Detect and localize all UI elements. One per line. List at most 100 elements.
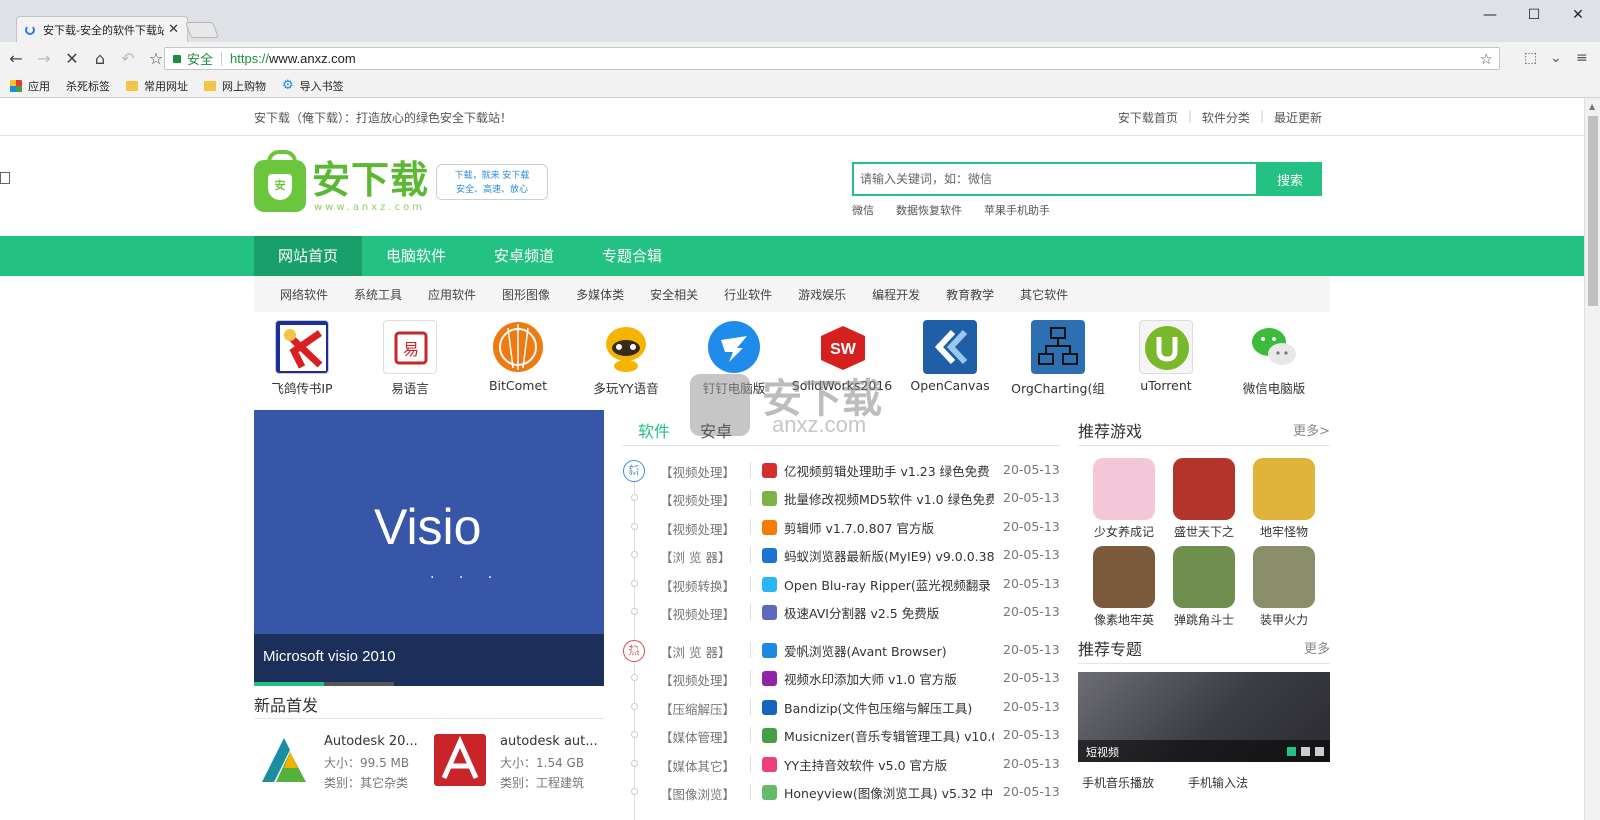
software-row[interactable]: 【视频处理】 批量修改视频MD5软件 v1.0 绿色免费 20-05-13 — [622, 484, 1062, 512]
subnav-item[interactable]: 多媒体类 — [576, 286, 624, 303]
software-row[interactable]: 【压缩解压】 Bandizip(文件包压缩与解压工具) 20-05-13 — [622, 693, 1062, 721]
minimize-button[interactable]: — — [1468, 4, 1512, 26]
browser-tab[interactable]: 安下载-安全的软件下载站 ✕ — [16, 16, 188, 42]
nav-pc-software[interactable]: 电脑软件 — [362, 236, 470, 276]
subnav-item[interactable]: 网络软件 — [280, 286, 328, 303]
tab-close-icon[interactable]: ✕ — [168, 22, 179, 37]
scroll-up-icon[interactable]: ▲ — [1589, 102, 1595, 111]
hotword-link[interactable]: 微信 — [852, 202, 874, 218]
featured-app[interactable]: OrgCharting(组 — [1004, 320, 1112, 397]
tab-software[interactable]: 软件 — [638, 418, 670, 442]
game-item[interactable]: 盛世天下之 — [1164, 458, 1244, 540]
address-bar[interactable]: 安全 https:// www.anxz.com ☆ — [164, 47, 1500, 70]
topic-pager-dot[interactable] — [1315, 747, 1324, 756]
stop-button[interactable]: ✕ — [60, 49, 84, 68]
new-tab-button[interactable] — [185, 22, 219, 38]
row-title[interactable]: Honeyview(图像浏览工具) v5.32 中 — [784, 783, 994, 802]
subnav-item[interactable]: 行业软件 — [724, 286, 772, 303]
game-item[interactable]: 弹跳角斗士 — [1164, 546, 1244, 628]
featured-app[interactable]: 多玩YY语音 — [572, 320, 680, 397]
star-icon[interactable]: ☆ — [1480, 50, 1493, 68]
banner-progress-active[interactable] — [254, 682, 324, 686]
row-category[interactable]: 【视频转换】 — [660, 576, 744, 595]
row-category[interactable]: 【视频处理】 — [660, 670, 744, 689]
game-item[interactable]: 地牢怪物 — [1244, 458, 1324, 540]
close-window-button[interactable]: ✕ — [1556, 4, 1600, 26]
games-more-link[interactable]: 更多> — [1293, 420, 1330, 439]
search-button[interactable]: 搜索 — [1258, 162, 1322, 196]
row-category[interactable]: 【图像浏览】 — [660, 784, 744, 803]
new-release-item[interactable]: Autodesk 20... 大小：99.5 MB 类别：其它杂类 — [254, 730, 424, 796]
topic-pager-dot[interactable] — [1301, 747, 1310, 756]
menu-icon[interactable]: ≡ — [1576, 50, 1588, 66]
bookmark-kill-tab[interactable]: 杀死标签 — [0, 78, 110, 184]
crop-extension-icon[interactable]: ⬚ — [1524, 50, 1537, 66]
software-row[interactable]: 【视频转换】 Open Blu-ray Ripper(蓝光视频翻录 20-05-13 — [622, 570, 1062, 598]
software-row[interactable]: 【浏 览 器】 爱帆浏览器(Avant Browser) 20-05-13 — [622, 636, 1062, 664]
row-category[interactable]: 【视频处理】 — [660, 462, 744, 481]
topic-pager-dot[interactable] — [1287, 747, 1296, 756]
software-row[interactable]: 【媒体其它】 YY主持音效软件 v5.0 官方版 20-05-13 — [622, 750, 1062, 778]
row-title[interactable]: 爱帆浏览器(Avant Browser) — [784, 641, 994, 660]
undo-button[interactable]: ↶ — [116, 49, 140, 68]
software-row[interactable]: 【视频处理】 剪辑师 v1.7.0.807 官方版 20-05-13 — [622, 513, 1062, 541]
row-title[interactable]: 蚂蚁浏览器最新版(MyIE9) v9.0.0.381 — [784, 546, 994, 565]
bookmark-shopping[interactable]: 网上购物 — [204, 78, 266, 94]
row-title[interactable]: YY主持音效软件 v5.0 官方版 — [784, 755, 994, 774]
maximize-button[interactable]: ☐ — [1512, 4, 1556, 26]
row-category[interactable]: 【压缩解压】 — [660, 699, 744, 718]
software-row[interactable]: 【图像浏览】 Honeyview(图像浏览工具) v5.32 中 20-05-13 — [622, 778, 1062, 806]
subnav-item[interactable]: 图形图像 — [502, 286, 550, 303]
pocket-extension-icon[interactable]: ⌄ — [1550, 50, 1562, 66]
software-row[interactable]: 【视频处理】 视频水印添加大师 v1.0 官方版 20-05-13 — [622, 664, 1062, 692]
row-title[interactable]: Musicnizer(音乐专辑管理工具) v10.0 — [784, 726, 994, 745]
row-category[interactable]: 【媒体管理】 — [660, 727, 744, 746]
game-item[interactable]: 少女养成记 — [1084, 458, 1164, 540]
scrollbar-thumb[interactable] — [1588, 116, 1598, 306]
top-link-home[interactable]: 安下载首页 — [1118, 109, 1178, 126]
subnav-item[interactable]: 其它软件 — [1020, 286, 1068, 303]
subnav-item[interactable]: 游戏娱乐 — [798, 286, 846, 303]
top-link-updates[interactable]: 最近更新 — [1274, 109, 1322, 126]
row-title[interactable]: 视频水印添加大师 v1.0 官方版 — [784, 669, 994, 688]
subnav-item[interactable]: 编程开发 — [872, 286, 920, 303]
software-row[interactable]: 【视频处理】 极速AVI分割器 v2.5 免费版 20-05-13 — [622, 598, 1062, 626]
row-category[interactable]: 【浏 览 器】 — [660, 547, 744, 566]
topic-banner[interactable]: 短视频 — [1078, 672, 1330, 762]
row-category[interactable]: 【视频处理】 — [660, 519, 744, 538]
featured-app[interactable]: 微信电脑版 — [1220, 320, 1328, 397]
bookmark-import[interactable]: ⚙ 导入书签 — [282, 78, 344, 94]
home-button[interactable]: ⌂ — [88, 49, 112, 68]
topics-more-link[interactable]: 更多 — [1304, 638, 1330, 657]
featured-banner[interactable]: Visio · · · Microsoft visio 2010 — [254, 410, 604, 686]
subnav-item[interactable]: 系统工具 — [354, 286, 402, 303]
search-input[interactable] — [852, 162, 1258, 196]
back-button[interactable]: ← — [4, 49, 28, 68]
nav-android[interactable]: 安卓频道 — [470, 236, 578, 276]
hotword-link[interactable]: 数据恢复软件 — [896, 202, 962, 218]
software-row[interactable]: 【浏 览 器】 蚂蚁浏览器最新版(MyIE9) v9.0.0.381 20-05-1… — [622, 541, 1062, 569]
software-row[interactable]: 【视频处理】 亿视频剪辑处理助手 v1.23 绿色免费 20-05-13 — [622, 456, 1062, 484]
row-category[interactable]: 【浏 览 器】 — [660, 642, 744, 661]
row-title[interactable]: 亿视频剪辑处理助手 v1.23 绿色免费 — [784, 461, 994, 480]
hotword-link[interactable]: 苹果手机助手 — [984, 202, 1050, 218]
featured-app[interactable]: BitComet — [464, 320, 572, 393]
subnav-item[interactable]: 应用软件 — [428, 286, 476, 303]
site-logo[interactable]: 安 安下载 www.anxz.com 下载，就来 安下载 安全、高速、放心 — [254, 150, 548, 216]
new-release-item[interactable]: autodesk aut... 大小：1.54 GB 类别：工程建筑 — [430, 730, 600, 796]
bookmark-apps[interactable]: 应用 — [10, 78, 50, 94]
topic-link[interactable]: 手机输入法 — [1188, 774, 1248, 791]
game-item[interactable]: 像素地牢英 — [1084, 546, 1164, 628]
featured-app[interactable]: 飞鸽传书IP — [248, 320, 356, 397]
software-row[interactable]: 【媒体管理】 Musicnizer(音乐专辑管理工具) v10.0 20-05-13 — [622, 721, 1062, 749]
bookmark-common-sites[interactable]: 常用网址 — [126, 78, 188, 94]
row-category[interactable]: 【媒体其它】 — [660, 756, 744, 775]
tab-android[interactable]: 安卓 — [700, 418, 732, 442]
top-link-categories[interactable]: 软件分类 — [1202, 109, 1250, 126]
forward-button[interactable]: → — [32, 49, 56, 68]
banner-progress-next[interactable] — [324, 682, 394, 686]
page-scrollbar[interactable]: ▲ — [1584, 98, 1600, 820]
featured-app[interactable]: 易 易语言 — [356, 320, 464, 397]
row-title[interactable]: Bandizip(文件包压缩与解压工具) — [784, 698, 994, 717]
row-category[interactable]: 【视频处理】 — [660, 490, 744, 509]
